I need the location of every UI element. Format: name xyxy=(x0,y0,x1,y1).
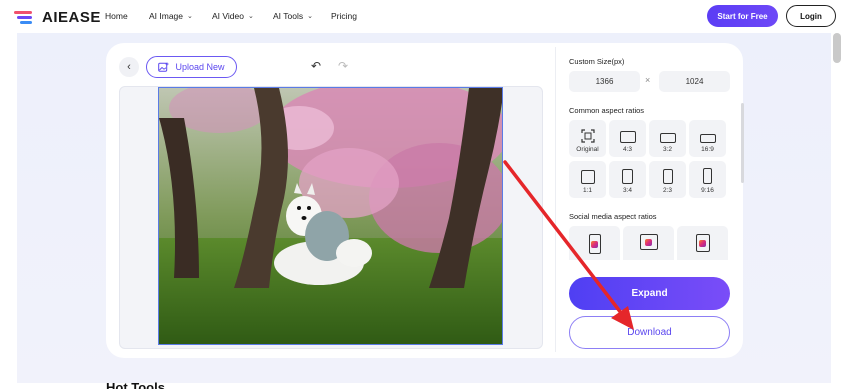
page-scrollbar-track xyxy=(831,33,850,389)
page-scrollbar-thumb[interactable] xyxy=(833,33,841,63)
custom-size-label: Custom Size(px) xyxy=(569,57,625,66)
common-ratios-label: Common aspect ratios xyxy=(569,106,645,115)
nav-pricing-label: Pricing xyxy=(331,11,357,21)
social-ratio-tile[interactable] xyxy=(569,226,620,260)
social-ratios-label: Social media aspect ratios xyxy=(569,212,657,221)
expand-button[interactable]: Expand xyxy=(569,277,730,310)
ratio-2-3-icon xyxy=(662,169,673,184)
ratio-4-3[interactable]: 4:3 xyxy=(609,120,646,157)
redo-icon[interactable]: ↷ xyxy=(338,59,348,73)
undo-icon[interactable]: ↶ xyxy=(311,59,321,73)
ratio-1-1[interactable]: 1:1 xyxy=(569,161,606,198)
ratio-9-16-icon xyxy=(703,168,712,184)
chevron-down-icon: ⌄ xyxy=(307,13,313,20)
chevron-down-icon: ⌄ xyxy=(187,13,193,20)
instagram-icon xyxy=(695,234,710,252)
login-button[interactable]: Login xyxy=(786,5,836,27)
nav-ai-image-label: AI Image xyxy=(149,11,184,21)
nav-ai-video-label: AI Video xyxy=(212,11,244,21)
download-button[interactable]: Download xyxy=(569,316,730,349)
panel-scrollbar[interactable] xyxy=(741,103,744,183)
ratio-label: 1:1 xyxy=(582,187,593,194)
instagram-icon xyxy=(639,234,658,250)
chevron-down-icon: ⌄ xyxy=(247,13,254,20)
ratio-16-9-icon xyxy=(699,134,716,143)
ratio-label: 4:3 xyxy=(622,146,633,153)
logo-icon xyxy=(14,10,36,25)
ratio-label: 3:4 xyxy=(622,187,633,194)
instagram-icon xyxy=(588,234,601,254)
nav-home[interactable]: Home xyxy=(105,11,128,21)
size-separator: × xyxy=(645,75,651,85)
height-input[interactable]: 1024 xyxy=(659,71,730,92)
image-upload-icon xyxy=(158,62,169,72)
start-for-free-button[interactable]: Start for Free xyxy=(707,5,778,27)
social-ratio-tile[interactable] xyxy=(623,226,674,260)
ratio-label: 2:3 xyxy=(662,187,673,194)
logo[interactable]: AIEASE xyxy=(14,9,101,26)
ratio-2-3[interactable]: 2:3 xyxy=(649,161,686,198)
ratio-label: 16:9 xyxy=(701,146,714,153)
ratio-4-3-icon xyxy=(619,131,636,143)
chevron-left-icon: ‹ xyxy=(127,61,131,73)
nav-home-label: Home xyxy=(105,11,128,21)
social-ratio-tile[interactable] xyxy=(677,226,728,260)
ratio-9-16[interactable]: 9:16 xyxy=(689,161,726,198)
nav-ai-tools[interactable]: AI Tools ⌄ xyxy=(273,11,313,21)
upload-new-button[interactable]: Upload New xyxy=(146,56,237,78)
ratio-3-4-icon xyxy=(622,169,633,184)
top-header: AIEASE Home AI Image ⌄ AI Video ⌄ AI Too… xyxy=(0,0,850,33)
ratio-label: Original xyxy=(576,146,599,153)
ratio-label: 3:2 xyxy=(662,146,673,153)
section-heading-peek: Hot Tools xyxy=(106,380,165,389)
ratio-3-4[interactable]: 3:4 xyxy=(609,161,646,198)
ratio-label: 9:16 xyxy=(701,187,714,194)
crop-original-icon xyxy=(580,129,595,143)
panel-divider xyxy=(555,47,556,352)
ratio-1-1-icon xyxy=(580,170,595,184)
nav-ai-tools-label: AI Tools xyxy=(273,11,304,21)
upload-new-label: Upload New xyxy=(175,62,225,72)
width-input[interactable]: 1366 xyxy=(569,71,640,92)
nav-ai-image[interactable]: AI Image ⌄ xyxy=(149,11,193,21)
nav-pricing[interactable]: Pricing xyxy=(331,11,357,21)
back-button[interactable]: ‹ xyxy=(119,57,139,77)
ratio-16-9[interactable]: 16:9 xyxy=(689,120,726,157)
ratio-3-2-icon xyxy=(659,133,676,143)
ratio-3-2[interactable]: 3:2 xyxy=(649,120,686,157)
nav-ai-video[interactable]: AI Video ⌄ xyxy=(212,11,254,21)
logo-text: AIEASE xyxy=(42,9,101,26)
preview-image xyxy=(158,87,503,345)
ratio-original[interactable]: Original xyxy=(569,120,606,157)
